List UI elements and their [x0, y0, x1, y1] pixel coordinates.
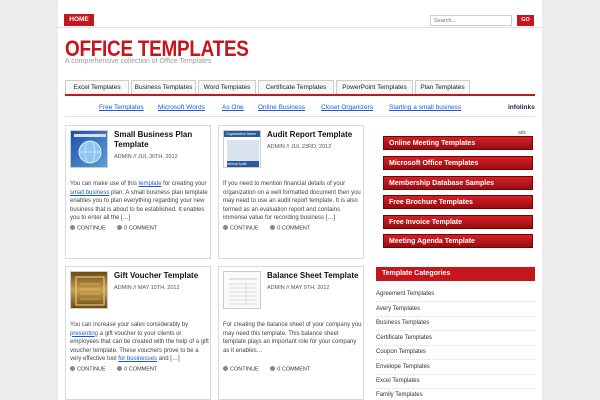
excerpt-link-small-business[interactable]: small business	[70, 190, 109, 196]
ad-button-microsoft-office[interactable]: Microsoft Office Templates	[383, 156, 533, 170]
nav-item-excel[interactable]: Excel Templates	[65, 80, 129, 94]
post-card-gift-voucher: Gift Voucher Template ADMIN // MAY 15TH,…	[65, 266, 211, 400]
spreadsheet-icon	[229, 278, 257, 306]
continue-link[interactable]: CONTINUE	[77, 226, 106, 232]
ad-link-free-templates[interactable]: Free Templates	[99, 104, 144, 111]
post-title[interactable]: Balance Sheet Template	[267, 271, 362, 281]
globe-icon	[74, 134, 106, 164]
top-bar: HOME GO	[58, 0, 542, 28]
post-title[interactable]: Gift Voucher Template	[114, 271, 209, 281]
comment-icon	[117, 225, 123, 230]
post-meta: ADMIN // JUL 23RD, 2012	[267, 144, 332, 150]
continue-link[interactable]: CONTINUE	[77, 367, 106, 373]
comment-link[interactable]: 0 COMMENT	[124, 226, 157, 232]
home-button[interactable]: HOME	[64, 14, 94, 26]
continue-link[interactable]: CONTINUE	[230, 367, 259, 373]
search-go-button[interactable]: GO	[517, 15, 534, 26]
excerpt-link-presenting[interactable]: presenting	[70, 331, 98, 337]
ad-links-bar: Free Templates Microsoft Words As One On…	[65, 99, 535, 117]
comment-link[interactable]: 0 COMMENT	[277, 226, 310, 232]
nav-item-business[interactable]: Business Templates	[131, 80, 196, 94]
ad-link-as-one[interactable]: As One	[222, 104, 244, 111]
ad-button-online-meeting[interactable]: Online Meeting Templates	[383, 136, 533, 150]
post-excerpt: You can increase your sales considerably…	[70, 322, 209, 362]
category-item[interactable]: Envelope Templates	[376, 360, 535, 375]
continue-icon	[223, 225, 228, 230]
audit-thumb-header: Organization Name	[226, 132, 257, 136]
ad-button-free-brochure[interactable]: Free Brochure Templates	[383, 195, 533, 209]
category-item[interactable]: Business Templates	[376, 316, 535, 331]
infolinks-logo[interactable]: infolinks	[508, 104, 535, 111]
category-item[interactable]: Certificate Templates	[376, 331, 535, 346]
continue-icon	[70, 366, 75, 371]
ad-button-free-invoice[interactable]: Free Invoice Template	[383, 215, 533, 229]
continue-link[interactable]: CONTINUE	[230, 226, 259, 232]
comment-icon	[270, 366, 276, 371]
post-card-small-business-plan: Small Business Plan Template ADMIN // JU…	[65, 125, 211, 259]
post-thumbnail[interactable]	[223, 271, 261, 309]
post-excerpt: You can make use of this template for cr…	[70, 181, 208, 221]
ad-button-membership-database[interactable]: Membership Database Samples	[383, 176, 533, 190]
post-title[interactable]: Audit Report Template	[267, 130, 362, 140]
post-meta: ADMIN // MAY 15TH, 2012	[114, 285, 180, 291]
comment-icon	[117, 366, 123, 371]
post-excerpt: For creating the balance sheet of your c…	[223, 322, 362, 354]
categories-header: Template Categories	[376, 267, 535, 281]
ad-button-meeting-agenda[interactable]: Meeting Agenda Template	[383, 234, 533, 248]
post-thumbnail[interactable]: Organization Name Internal Audit	[223, 130, 261, 168]
nav-item-certificate[interactable]: Certificate Templates	[258, 80, 334, 94]
ad-link-microsoft-words[interactable]: Microsoft Words	[158, 104, 205, 111]
post-card-audit-report: Organization Name Internal Audit Audit R…	[218, 125, 364, 259]
excerpt-link-template[interactable]: template	[139, 181, 162, 187]
continue-icon	[70, 225, 75, 230]
post-actions: CONTINUE 0 COMMENT	[223, 366, 310, 373]
site-logo[interactable]: OFFICE TEMPLATES	[65, 38, 249, 60]
audit-thumb-sub: Internal Audit	[226, 162, 247, 166]
nav-item-powerpoint[interactable]: PowerPoint Templates	[336, 80, 413, 94]
comment-icon	[270, 225, 276, 230]
post-meta: ADMIN // MAY 9TH, 2012	[267, 285, 330, 291]
main-nav: Excel Templates Business Templates Word …	[65, 78, 535, 96]
category-item[interactable]: Agreement Templates	[376, 287, 535, 302]
post-title[interactable]: Small Business Plan Template	[114, 130, 209, 150]
voucher-icon	[75, 276, 105, 306]
ad-link-closet-organizers[interactable]: Closet Organizers	[321, 104, 373, 111]
post-thumbnail[interactable]	[70, 271, 108, 309]
nav-item-plan[interactable]: Plan Templates	[415, 80, 470, 94]
category-item[interactable]: Excel Templates	[376, 374, 535, 389]
category-item[interactable]: Family Templates	[376, 388, 535, 400]
post-meta: ADMIN // JUL 30TH, 2012	[114, 154, 178, 160]
comment-link[interactable]: 0 COMMENT	[277, 367, 310, 373]
nav-item-word[interactable]: Word Templates	[198, 80, 256, 94]
post-excerpt: If you need to mention financial details…	[223, 181, 361, 221]
post-card-balance-sheet: Balance Sheet Template ADMIN // MAY 9TH,…	[218, 266, 364, 400]
excerpt-link-for-businesses[interactable]: for businesses	[118, 356, 157, 362]
post-actions: CONTINUE 0 COMMENT	[70, 225, 157, 232]
ad-link-online-business[interactable]: Online Business	[258, 104, 305, 111]
site-tagline: A comprehensive collection of Office Tem…	[65, 58, 212, 65]
post-actions: CONTINUE 0 COMMENT	[70, 366, 157, 373]
category-item[interactable]: Coupon Templates	[376, 345, 535, 360]
post-actions: CONTINUE 0 COMMENT	[223, 225, 310, 232]
post-thumbnail[interactable]	[70, 130, 108, 168]
page: HOME GO OFFICE TEMPLATES A comprehensive…	[58, 0, 542, 400]
search-input[interactable]	[430, 15, 512, 26]
continue-icon	[223, 366, 228, 371]
ad-link-small-business[interactable]: Starting a small business	[389, 104, 461, 111]
comment-link[interactable]: 0 COMMENT	[124, 367, 157, 373]
category-item[interactable]: Avery Templates	[376, 302, 535, 317]
